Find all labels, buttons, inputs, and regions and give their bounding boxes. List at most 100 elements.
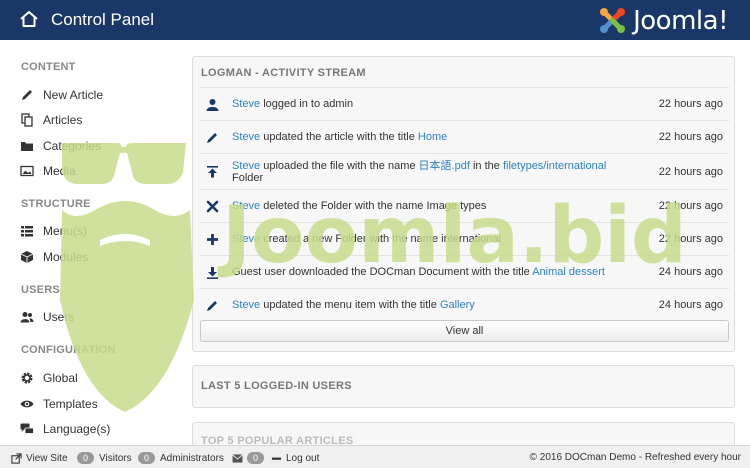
sidebar-item-label: Global [43, 371, 78, 385]
pencil-icon [207, 132, 217, 143]
logout-link[interactable]: Log out [271, 451, 319, 465]
sidebar-item-global[interactable]: Global [20, 369, 78, 387]
activity-time: 22 hours ago [658, 131, 723, 143]
administrators-count: 0 Administrators [138, 451, 224, 465]
activity-text: updated the article with the title [263, 131, 415, 143]
menu-item-link[interactable]: Gallery [440, 299, 475, 311]
sidebar-item-label: Language(s) [43, 422, 111, 436]
file-link[interactable]: 日本語.pdf [419, 160, 470, 172]
eye-icon [20, 400, 34, 408]
actor-link[interactable]: Steve [232, 131, 260, 143]
activity-row: Steve uploaded the file with the name 日本… [200, 153, 729, 189]
view-site-label: View Site [26, 452, 68, 464]
administrators-badge: 0 [138, 452, 156, 464]
activity-text: logged in to admin [263, 98, 354, 110]
delete-icon [206, 200, 219, 212]
sidebar-item-label: Media [43, 164, 76, 178]
activity-row: Steve deleted the Folder with the name I… [200, 189, 729, 222]
visitors-badge: 0 [77, 452, 95, 464]
home-icon[interactable] [19, 9, 39, 29]
folder-link[interactable]: filetypes/international [503, 160, 606, 172]
joomla-logo-icon [600, 8, 626, 33]
actor-link[interactable]: Steve [232, 200, 260, 212]
pencil-icon [207, 300, 217, 311]
sidebar-item-media[interactable]: Media [20, 162, 76, 180]
activity-row: Steve created a new Folder with the name… [200, 222, 729, 255]
sidebar-item-modules[interactable]: Modules [20, 248, 88, 266]
activity-row: Steve updated the menu item with the tit… [200, 288, 729, 321]
pencil-icon [22, 90, 32, 100]
sidebar-section-content: CONTENT [21, 61, 76, 73]
brand-name: Joomla! [633, 5, 728, 36]
sidebar-item-articles[interactable]: Articles [20, 111, 82, 129]
activity-text-2: in the [472, 159, 500, 172]
messages-badge: 0 [247, 452, 265, 464]
logout-label: Log out [286, 452, 320, 464]
activity-row: Guest user downloaded the DOCman Documen… [200, 255, 729, 288]
activity-text: uploaded the file with the name [263, 159, 416, 172]
visitors-count: 0 Visitors [77, 451, 132, 465]
panel-title: LAST 5 LOGGED-IN USERS [201, 380, 352, 392]
sidebar-section-users: USERS [21, 284, 60, 296]
main-content: LOGMAN - ACTIVITY STREAM Steve logged in… [185, 40, 750, 452]
administrators-label: Administrators [160, 452, 224, 464]
sidebar-section-structure: STRUCTURE [21, 198, 91, 210]
activity-time: 22 hours ago [658, 200, 723, 212]
activity-list: Steve logged in to admin 22 hours ago St… [200, 87, 729, 321]
view-site-link[interactable]: View Site [11, 451, 68, 465]
sidebar-item-templates[interactable]: Templates [20, 395, 98, 413]
comments-icon [20, 423, 34, 434]
folder-icon [21, 142, 33, 151]
actor-link[interactable]: Steve [232, 98, 260, 110]
activity-text: Guest user downloaded the DOCman Documen… [232, 266, 530, 278]
activity-time: 22 hours ago [658, 98, 723, 110]
sidebar-item-label: Articles [43, 113, 83, 127]
page-title: Control Panel [51, 10, 155, 29]
activity-text: created a new Folder with the name inter… [263, 233, 502, 245]
sidebar-item-categories[interactable]: Categories [20, 137, 101, 155]
activity-text-3: Folder [232, 171, 264, 184]
sidebar-item-users[interactable]: Users [20, 308, 74, 326]
joomla-logo: Joomla! [596, 4, 728, 37]
plus-icon [207, 233, 218, 245]
sidebar-item-label: Menu(s) [43, 224, 88, 238]
target-link[interactable]: Home [418, 131, 447, 143]
sidebar-item-menus[interactable]: Menu(s) [20, 222, 87, 240]
envelope-icon [232, 453, 243, 463]
list-icon [21, 226, 33, 237]
sidebar-item-label: Users [43, 310, 75, 324]
status-footer: View Site 0 Visitors 0 Administrators 0 … [0, 445, 750, 468]
sidebar-item-label: Categories [43, 139, 102, 153]
external-link-icon [11, 452, 22, 464]
minus-icon [271, 457, 282, 460]
logged-in-users-panel: LAST 5 LOGGED-IN USERS [192, 365, 735, 408]
actor-link[interactable]: Steve [232, 160, 260, 172]
top-header: Control Panel Joomla! [0, 0, 750, 40]
document-link[interactable]: Animal dessert [532, 266, 605, 278]
messages-count[interactable]: 0 [232, 451, 269, 465]
activity-text: deleted the Folder with the name Image t… [263, 200, 487, 212]
sidebar-item-label: Templates [43, 397, 98, 411]
actor-link[interactable]: Steve [232, 233, 260, 245]
sidebar-item-label: New Article [43, 88, 104, 102]
copyright-text: © 2016 DOCman Demo - Refreshed every hou… [529, 452, 741, 463]
view-all-button[interactable]: View all [200, 320, 729, 342]
sidebar-item-new-article[interactable]: New Article [20, 86, 103, 104]
activity-time: 22 hours ago [658, 165, 723, 178]
users-icon [20, 312, 34, 323]
panel-title: LOGMAN - ACTIVITY STREAM [201, 67, 366, 79]
sidebar-item-languages[interactable]: Language(s) [20, 420, 110, 438]
activity-time: 24 hours ago [658, 266, 723, 278]
download-icon [207, 266, 218, 279]
cube-icon [20, 251, 34, 263]
activity-stream-panel: LOGMAN - ACTIVITY STREAM Steve logged in… [192, 56, 735, 352]
actor-link[interactable]: Steve [232, 299, 260, 311]
visitors-label: Visitors [99, 452, 132, 464]
sidebar-item-label: Modules [43, 250, 89, 264]
image-icon [20, 165, 34, 177]
activity-row: Steve logged in to admin 22 hours ago [200, 87, 729, 120]
user-icon [206, 98, 219, 111]
cog-icon [21, 372, 33, 384]
copy-icon [21, 113, 33, 127]
activity-time: 22 hours ago [658, 233, 723, 245]
